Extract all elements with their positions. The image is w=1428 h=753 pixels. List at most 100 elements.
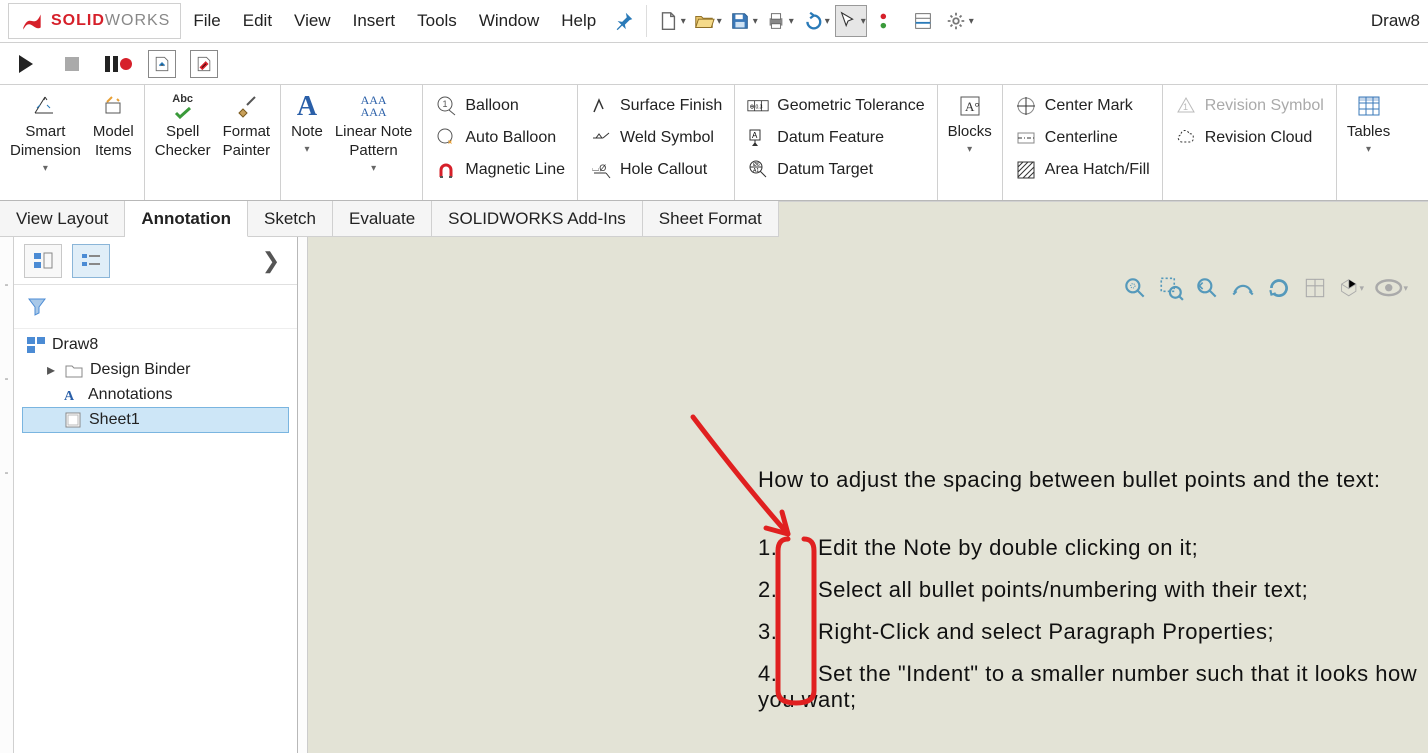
drawing-canvas[interactable]: ▾ ▾ How to adjust the spacing between bu… [298,237,1428,753]
revision-cloud-button[interactable]: Revision Cloud [1167,123,1332,153]
menu-edit[interactable]: Edit [233,7,282,35]
datum-target-button[interactable]: Ø6A1Datum Target [739,155,932,185]
section-view-button[interactable] [1230,275,1256,301]
print-button[interactable]: ▾ [763,5,795,37]
format-painter-button[interactable]: Format Painter [217,91,277,161]
note-button[interactable]: A Note ▾ [285,91,329,156]
list-mode-icon [80,251,102,271]
options-button[interactable] [907,5,939,37]
note-list: 1.Edit the Note by double clicking on it… [758,535,1428,713]
document-name-label: Draw8 [1371,11,1420,31]
spell-checker-label: Spell Checker [155,123,211,161]
svg-text:A°: A° [965,99,980,114]
centerline-label: Centerline [1045,129,1118,147]
command-manager-tabs: View Layout Annotation Sketch Evaluate S… [0,201,1428,237]
expand-icon[interactable]: ▸ [44,360,58,380]
tab-evaluate[interactable]: Evaluate [333,201,432,237]
blocks-button[interactable]: A° Blocks ▾ [942,91,998,156]
tree-annotations[interactable]: A Annotations [22,383,289,407]
tab-addins[interactable]: SOLIDWORKS Add-Ins [432,201,643,237]
menu-help[interactable]: Help [551,7,606,35]
magnetic-line-button[interactable]: Magnetic Line [427,155,573,185]
rebuild-button[interactable] [871,5,903,37]
tab-annotation[interactable]: Annotation [125,201,248,237]
tab-gap [779,201,1428,237]
svg-text:⊕: ⊕ [750,105,755,111]
tab-sheet-format[interactable]: Sheet Format [643,201,779,237]
tables-label: Tables [1347,123,1390,142]
play-macro-button[interactable] [10,48,42,80]
surface-finish-button[interactable]: Surface Finish [582,91,730,121]
svg-text:A: A [64,389,75,404]
blocks-icon: A° [957,93,983,119]
select-tool-button[interactable]: ▾ [835,5,867,37]
property-manager-tab-button[interactable] [72,244,110,278]
undo-button[interactable]: ▾ [799,5,831,37]
tree-sheet1[interactable]: Sheet1 [22,407,289,433]
menu-tools[interactable]: Tools [407,7,467,35]
linear-note-pattern-label: Linear Note Pattern [335,123,413,161]
edit-macro-button[interactable] [190,50,218,78]
previous-view-button[interactable] [1194,275,1220,301]
datum-feature-button[interactable]: ADatum Feature [739,123,932,153]
pin-icon[interactable] [608,5,640,37]
rotate-view-button[interactable] [1266,275,1292,301]
panel-header: ❯ [14,237,297,285]
collapse-panel-button[interactable]: ❯ [255,245,287,277]
datum-feature-label: Datum Feature [777,129,884,147]
menu-window[interactable]: Window [469,7,549,35]
filter-button[interactable] [24,293,50,319]
svg-text:⌴Ø: ⌴Ø [592,163,606,173]
record-macro-button[interactable] [102,48,134,80]
magnetic-line-label: Magnetic Line [465,161,565,179]
linear-note-pattern-button[interactable]: AAAAAA Linear Note Pattern ▾ [329,91,419,175]
svg-text:A1: A1 [753,168,759,174]
format-painter-label: Format Painter [223,123,271,161]
geometric-tolerance-button[interactable]: ⊕0.3Geometric Tolerance [739,91,932,121]
menu-view[interactable]: View [284,7,341,35]
tree-design-binder[interactable]: ▸ Design Binder [22,357,289,383]
save-button[interactable]: ▾ [727,5,759,37]
blocks-label: Blocks [948,123,992,142]
svg-text:1: 1 [1183,102,1188,112]
stop-macro-button[interactable] [56,48,88,80]
tables-button[interactable]: Tables ▾ [1341,91,1396,156]
tab-view-layout[interactable]: View Layout [0,201,125,237]
spell-checker-button[interactable]: Abc Spell Checker [149,91,217,161]
model-items-button[interactable]: Model Items [87,91,140,161]
zoom-to-fit-button[interactable] [1122,275,1148,301]
new-document-button[interactable]: ▾ [655,5,687,37]
canvas-left-strip [298,237,308,753]
area-hatch-label: Area Hatch/Fill [1045,161,1150,179]
smart-dimension-button[interactable]: Smart Dimension ▾ [4,91,87,175]
settings-gear-button[interactable]: ▾ [943,5,975,37]
menu-file[interactable]: File [183,7,230,35]
hole-callout-button[interactable]: ⌴ØHole Callout [582,155,730,185]
view-settings-button[interactable]: ▾ [1374,275,1408,301]
weld-symbol-button[interactable]: Weld Symbol [582,123,730,153]
centerline-button[interactable]: Centerline [1007,123,1158,153]
zoom-to-area-button[interactable] [1158,275,1184,301]
new-macro-button[interactable] [148,50,176,78]
app-logo: SOLIDWORKS [8,3,181,39]
area-hatch-button[interactable]: Area Hatch/Fill [1007,155,1158,185]
dimension-icon [31,93,59,119]
menu-insert[interactable]: Insert [343,7,406,35]
auto-balloon-icon [435,127,457,149]
balloon-button[interactable]: 1Balloon [427,91,573,121]
auto-balloon-button[interactable]: Auto Balloon [427,123,573,153]
feature-manager-tab-button[interactable] [24,244,62,278]
hide-show-button[interactable]: ▾ [1338,275,1364,301]
tree-root-label: Draw8 [52,336,98,354]
tree-root-node[interactable]: Draw8 [22,333,289,357]
magnet-icon [435,159,457,181]
balloon-label: Balloon [465,97,518,115]
open-document-button[interactable]: ▾ [691,5,723,37]
annotations-label: Annotations [88,386,173,404]
center-mark-button[interactable]: Center Mark [1007,91,1158,121]
center-mark-icon [1015,95,1037,117]
drawing-note[interactable]: How to adjust the spacing between bullet… [758,467,1428,729]
check-icon [173,107,193,119]
display-style-button[interactable] [1302,275,1328,301]
tab-sketch[interactable]: Sketch [248,201,333,237]
